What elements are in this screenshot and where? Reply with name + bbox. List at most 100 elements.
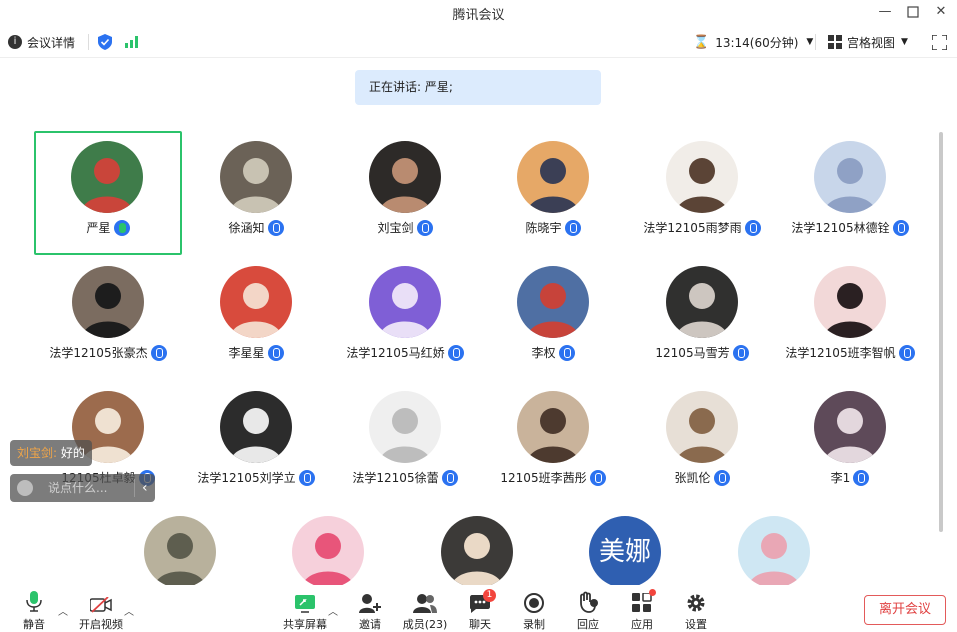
participant-name: 李星星 bbox=[228, 346, 265, 360]
timer-label: 13:14(60分钟) bbox=[715, 35, 799, 50]
mute-button[interactable]: 静音 bbox=[4, 589, 64, 632]
share-screen-icon bbox=[295, 595, 315, 613]
react-label: 回应 bbox=[577, 618, 599, 631]
gear-icon bbox=[687, 594, 705, 612]
participant-tile[interactable]: 法学12105徐蕾 bbox=[331, 381, 479, 505]
avatar bbox=[292, 516, 364, 588]
chat-preview[interactable]: 刘宝剑: 好的 bbox=[10, 440, 92, 466]
participant-tile[interactable]: 李权 bbox=[479, 256, 627, 380]
mic-status-icon bbox=[744, 219, 761, 236]
fullscreen-icon[interactable] bbox=[932, 32, 947, 52]
meeting-info-button[interactable]: i 会议详情 bbox=[8, 32, 75, 52]
participant-name: 法学12105班李智帆 bbox=[785, 346, 896, 360]
participant-name: 刘宝剑 bbox=[377, 221, 414, 235]
avatar bbox=[666, 141, 738, 213]
avatar bbox=[144, 516, 216, 588]
view-mode-label: 宫格视图 bbox=[847, 35, 896, 50]
avatar bbox=[369, 266, 441, 338]
info-icon: i bbox=[8, 35, 22, 49]
leave-meeting-button[interactable]: 离开会议 bbox=[864, 595, 946, 625]
invite-button[interactable]: 邀请 bbox=[340, 589, 400, 632]
share-screen-label: 共享屏幕 bbox=[283, 618, 327, 631]
participant-tile[interactable]: 严星 bbox=[34, 131, 182, 255]
close-icon[interactable]: ✕ bbox=[932, 3, 950, 21]
avatar bbox=[72, 266, 144, 338]
members-icon bbox=[413, 594, 437, 613]
chevron-up-icon[interactable]: ︿ bbox=[58, 603, 68, 618]
participant-name-line: 李星星 bbox=[172, 344, 340, 361]
participant-tile[interactable]: 陈晓宇 bbox=[479, 131, 627, 255]
speaking-banner: 正在讲话: 严星; bbox=[355, 70, 601, 105]
participant-name-line: 李权 bbox=[469, 344, 637, 361]
mic-status-icon bbox=[898, 344, 915, 361]
maximize-icon[interactable] bbox=[904, 3, 922, 21]
participant-name: 法学12105徐蕾 bbox=[352, 471, 439, 485]
participant-tile[interactable]: 法学12105张豪杰 bbox=[34, 256, 182, 380]
hourglass-icon: ⌛ bbox=[693, 34, 710, 50]
members-button[interactable]: 成员(23) bbox=[395, 589, 455, 632]
record-label: 录制 bbox=[523, 618, 545, 631]
view-mode-button[interactable]: 宫格视图 ▼ bbox=[828, 32, 908, 52]
settings-label: 设置 bbox=[685, 618, 707, 631]
participant-tile[interactable]: 法学12105刘学立 bbox=[182, 381, 330, 505]
meeting-topbar: i 会议详情 ⌛ 13:14(60分钟) ▼ 宫格视图 ▼ bbox=[0, 26, 957, 58]
scrollbar[interactable] bbox=[939, 132, 943, 532]
timer-button[interactable]: ⌛ 13:14(60分钟) ▼ bbox=[693, 32, 813, 52]
avatar bbox=[220, 266, 292, 338]
participant-tile[interactable]: 李星星 bbox=[182, 256, 330, 380]
participant-name-line: 法学12105马红娇 bbox=[321, 344, 489, 361]
window-title: 腾讯会议 bbox=[452, 8, 505, 23]
chat-message: 好的 bbox=[57, 446, 85, 460]
apps-dot bbox=[649, 589, 656, 596]
participant-tile[interactable]: 徐涵知 bbox=[182, 131, 330, 255]
apps-icon bbox=[632, 593, 652, 612]
settings-button[interactable]: 设置 bbox=[666, 589, 726, 632]
avatar bbox=[666, 266, 738, 338]
mute-label: 静音 bbox=[23, 618, 45, 631]
participant-name-line: 法学12105刘学立 bbox=[172, 469, 340, 486]
mic-status-icon bbox=[416, 219, 433, 236]
chevron-up-icon[interactable]: ︿ bbox=[328, 603, 338, 618]
apps-button[interactable]: 应用 bbox=[612, 589, 672, 632]
chevron-up-icon[interactable]: ︿ bbox=[124, 603, 134, 618]
participant-name-line: 刘宝剑 bbox=[321, 219, 489, 236]
invite-label: 邀请 bbox=[359, 618, 381, 631]
record-button[interactable]: 录制 bbox=[504, 589, 564, 632]
hand-wave-icon bbox=[580, 591, 598, 613]
mic-status-icon bbox=[298, 469, 315, 486]
participant-tile[interactable]: 12105班李茜彤 bbox=[479, 381, 627, 505]
chevron-down-icon: ▼ bbox=[901, 37, 908, 47]
participant-tile[interactable]: 张凯伦 bbox=[628, 381, 776, 505]
mic-status-icon bbox=[564, 219, 581, 236]
share-screen-button[interactable]: 共享屏幕 bbox=[275, 589, 335, 632]
video-button[interactable]: 开启视频 bbox=[71, 589, 131, 632]
chat-button[interactable]: 1 聊天 bbox=[450, 589, 510, 632]
video-off-icon bbox=[90, 597, 112, 613]
participant-tile[interactable]: 12105马雪芳 bbox=[628, 256, 776, 380]
chat-placeholder: 说点什么... bbox=[48, 481, 108, 495]
chevron-left-icon[interactable]: ‹ bbox=[142, 474, 148, 502]
avatar bbox=[369, 391, 441, 463]
divider bbox=[88, 32, 89, 52]
react-button[interactable]: 回应 bbox=[558, 589, 618, 632]
chat-input[interactable]: 说点什么... ‹ bbox=[10, 474, 155, 502]
participant-tile[interactable]: 刘宝剑 bbox=[331, 131, 479, 255]
participant-tile[interactable]: 李1 bbox=[776, 381, 924, 505]
mic-status-icon bbox=[441, 469, 458, 486]
mic-status-icon bbox=[267, 344, 284, 361]
emoji-icon[interactable] bbox=[17, 480, 33, 496]
participant-tile[interactable]: 法学12105马红娇 bbox=[331, 256, 479, 380]
avatar bbox=[220, 141, 292, 213]
participant-tile[interactable]: 法学12105林德铨 bbox=[776, 131, 924, 255]
shield-icon[interactable] bbox=[98, 32, 112, 52]
participant-tile[interactable]: 法学12105雨梦雨 bbox=[628, 131, 776, 255]
avatar bbox=[814, 141, 886, 213]
participant-tile[interactable]: 法学12105班李智帆 bbox=[776, 256, 924, 380]
avatar: 美娜 bbox=[589, 516, 661, 588]
signal-icon[interactable] bbox=[125, 32, 139, 52]
participant-name-line: 严星 bbox=[26, 219, 190, 236]
mic-status-icon bbox=[589, 469, 606, 486]
minimize-icon[interactable]: — bbox=[876, 3, 894, 21]
divider bbox=[134, 479, 135, 497]
members-label: 成员(23) bbox=[402, 618, 448, 631]
